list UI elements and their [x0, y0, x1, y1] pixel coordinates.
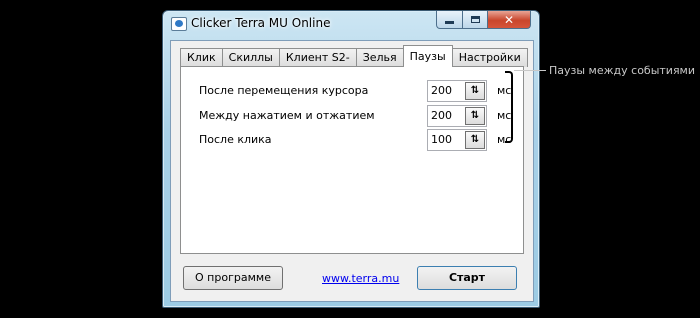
minimize-icon [445, 21, 454, 24]
website-link[interactable]: www.terra.mu [322, 272, 399, 285]
pause-after-click-spinner[interactable]: 100 ⇅ [427, 129, 487, 151]
close-icon: ✕ [503, 12, 515, 27]
annotation-line [514, 70, 546, 71]
maximize-icon [470, 16, 480, 23]
pauses-panel: После перемещения курсора 200 ⇅ мс Между… [180, 66, 524, 254]
pause-after-click-value: 100 [431, 133, 452, 146]
tab-client-s2[interactable]: Клиент S2- [278, 48, 357, 67]
pause-press-release-spinner[interactable]: 200 ⇅ [427, 105, 487, 127]
maximize-button[interactable] [463, 11, 488, 29]
pause-press-release-value: 200 [431, 109, 452, 122]
app-icon [171, 17, 187, 31]
pause-after-move-value: 200 [431, 84, 452, 97]
window-title: Clicker Terra MU Online [191, 16, 331, 30]
pause-label-after-move: После перемещения курсора [199, 84, 369, 97]
app-window: Clicker Terra MU Online ✕ Клик Скиллы Кл… [162, 10, 540, 308]
spin-arrows-icon[interactable]: ⇅ [465, 131, 485, 149]
spin-arrows-icon[interactable]: ⇅ [465, 107, 485, 125]
tab-strip: Клик Скиллы Клиент S2- Зелья Паузы Настр… [180, 45, 528, 67]
spin-arrows-icon[interactable]: ⇅ [465, 82, 485, 100]
tab-potions[interactable]: Зелья [355, 48, 404, 67]
tab-settings[interactable]: Настройки [451, 48, 528, 67]
pause-label-after-click: После клика [199, 133, 272, 146]
pause-after-move-spinner[interactable]: 200 ⇅ [427, 80, 487, 102]
about-button[interactable]: О программе [183, 266, 283, 290]
pause-label-press-release: Между нажатием и отжатием [199, 109, 375, 122]
start-button[interactable]: Старт [417, 266, 517, 290]
annotation-label: Паузы между событиями [549, 64, 696, 77]
minimize-button[interactable] [436, 11, 463, 29]
client-area: Клик Скиллы Клиент S2- Зелья Паузы Настр… [170, 40, 534, 302]
tab-pauses[interactable]: Паузы [402, 45, 453, 67]
annotation-bracket [505, 71, 513, 143]
close-button[interactable]: ✕ [488, 11, 531, 29]
tab-skills[interactable]: Скиллы [221, 48, 280, 67]
tab-click[interactable]: Клик [180, 48, 223, 67]
title-bar[interactable]: Clicker Terra MU Online ✕ [163, 11, 539, 39]
caption-buttons: ✕ [436, 11, 531, 29]
